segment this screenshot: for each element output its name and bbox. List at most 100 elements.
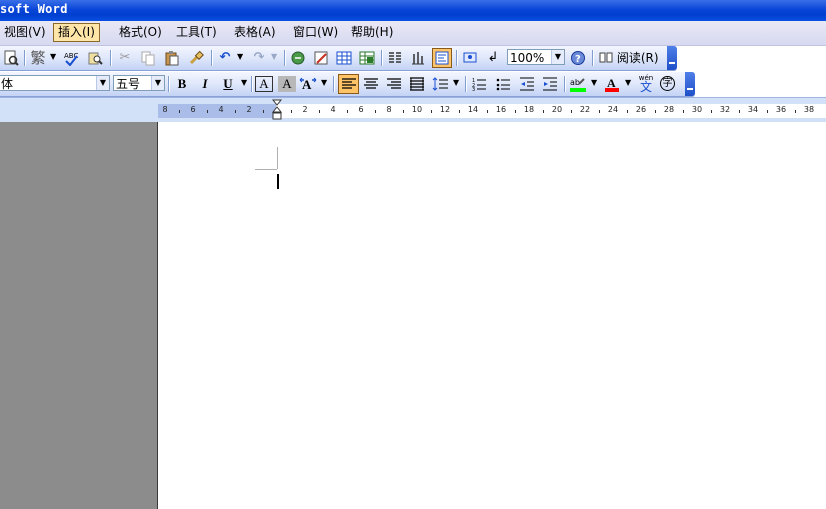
chevron-down-icon[interactable]: ▼ (237, 52, 243, 61)
traditional-chinese-icon[interactable]: 繁 (29, 49, 47, 67)
align-center-icon[interactable] (362, 75, 380, 93)
spelling-grammar-icon[interactable]: ABC (62, 49, 80, 67)
cut-icon[interactable]: ✂ (116, 49, 134, 67)
menu-window[interactable]: 窗口(W) (289, 24, 342, 41)
chevron-down-icon[interactable]: ▼ (551, 50, 564, 64)
horizontal-ruler[interactable]: 8 6 4 2 2 4 6 8 10 12 14 16 18 20 22 24 26 28 30 32 34 36 38 (158, 104, 826, 118)
copy-icon[interactable] (139, 49, 157, 67)
align-right-icon[interactable] (385, 75, 403, 93)
separator (381, 50, 383, 66)
format-painter-icon[interactable] (187, 49, 205, 67)
chevron-down-icon[interactable]: ▼ (321, 78, 327, 87)
separator (284, 50, 286, 66)
menu-view[interactable]: 视图(V) (0, 24, 50, 41)
phonetic-guide-button[interactable]: wén 文 (637, 75, 655, 94)
underline-button[interactable]: U (219, 75, 237, 93)
menu-insert[interactable]: 插入(I) (53, 23, 100, 42)
menu-format[interactable]: 格式(O) (115, 24, 166, 41)
book-icon (599, 52, 613, 63)
distributed-align-icon[interactable] (408, 75, 426, 93)
paste-icon[interactable] (163, 49, 181, 67)
chevron-down-icon[interactable]: ▼ (625, 78, 631, 87)
text-cursor (277, 174, 279, 189)
toolbar-options-icon[interactable] (685, 72, 695, 96)
document-page[interactable] (158, 122, 826, 509)
help-icon[interactable]: ? (569, 49, 587, 67)
character-border-button[interactable]: A (255, 76, 273, 92)
show-hide-icon[interactable] (461, 49, 479, 67)
chevron-down-icon[interactable]: ▼ (96, 76, 109, 90)
toolbar-options-icon[interactable] (667, 46, 677, 70)
ruler-number: 22 (579, 105, 591, 114)
enclose-characters-button[interactable]: 字 (660, 76, 675, 91)
ruler-tick (375, 110, 376, 113)
italic-button[interactable]: I (196, 75, 214, 93)
zoom-value: 100% (510, 51, 545, 65)
undo-icon[interactable]: ↶ (216, 49, 234, 67)
character-shading-button[interactable]: A (278, 76, 296, 92)
highlight-icon[interactable]: ab (569, 75, 587, 93)
read-mode-button[interactable]: 阅读(R) (599, 49, 659, 67)
chevron-down-icon[interactable]: ▼ (271, 52, 277, 61)
ruler-number: 4 (330, 105, 336, 114)
formatting-toolbar: 体 ▼ 五号 ▼ B I U ▼ A A A ▼ ▼ 123 ab ▼ A ▼ … (0, 72, 695, 97)
ruler-number: 24 (607, 105, 619, 114)
font-size-value: 五号 (116, 77, 141, 91)
ruler-margin (158, 104, 276, 118)
print-preview-icon[interactable] (2, 49, 20, 67)
ruler-tick (179, 110, 180, 113)
decrease-indent-icon[interactable] (518, 75, 536, 93)
numbering-icon[interactable]: 123 (470, 75, 488, 93)
ruler-number: 28 (663, 105, 675, 114)
ruler-number: 2 (302, 105, 308, 114)
chevron-down-icon[interactable]: ▼ (50, 52, 56, 61)
text-boundary-mark (255, 169, 277, 170)
research-icon[interactable] (86, 49, 104, 67)
tables-borders-icon[interactable] (312, 49, 330, 67)
zoom-select[interactable]: 100% ▼ (507, 49, 565, 65)
font-size-select[interactable]: 五号 ▼ (113, 75, 165, 91)
separator (465, 76, 467, 92)
bullets-icon[interactable] (494, 75, 512, 93)
document-map-icon[interactable] (432, 48, 452, 68)
indent-marker-icon[interactable] (272, 99, 282, 121)
ruler-number: 8 (162, 105, 168, 114)
insert-table-icon[interactable] (335, 49, 353, 67)
ruler-number: 32 (719, 105, 731, 114)
font-name-select[interactable]: 体 ▼ (0, 75, 110, 91)
ruler-tick (515, 110, 516, 113)
chevron-down-icon[interactable]: ▼ (591, 78, 597, 87)
ruler-tick (571, 110, 572, 113)
svg-text:3: 3 (472, 87, 475, 91)
chevron-down-icon[interactable]: ▼ (241, 78, 247, 87)
menu-table[interactable]: 表格(A) (230, 24, 280, 41)
character-scaling-icon[interactable]: A (299, 75, 317, 93)
separator (456, 50, 458, 66)
font-color-icon[interactable]: A (603, 75, 621, 93)
bold-button[interactable]: B (173, 75, 191, 93)
line-spacing-icon[interactable] (431, 75, 449, 93)
ruler-number: 12 (439, 105, 451, 114)
title-bar: soft Word (0, 0, 826, 21)
svg-text:A: A (607, 76, 616, 90)
menu-help[interactable]: 帮助(H) (347, 24, 397, 41)
ruler-tick (683, 110, 684, 113)
ruler-number: 6 (358, 105, 364, 114)
menu-tools[interactable]: 工具(T) (172, 24, 221, 41)
paragraph-mark-icon[interactable]: ↲ (484, 49, 502, 67)
insert-excel-icon[interactable] (358, 49, 376, 67)
ruler-number: 10 (411, 105, 423, 114)
ruler-number: 16 (495, 105, 507, 114)
chevron-down-icon[interactable]: ▼ (151, 76, 164, 90)
align-left-icon[interactable] (338, 74, 359, 94)
increase-indent-icon[interactable] (541, 75, 559, 93)
ruler-number: 14 (467, 105, 479, 114)
drawing-icon[interactable] (409, 49, 427, 67)
redo-icon[interactable]: ↷ (250, 49, 268, 67)
columns-icon[interactable] (386, 49, 404, 67)
ruler-number: 18 (523, 105, 535, 114)
hyperlink-icon[interactable] (289, 49, 307, 67)
ruler-number: 2 (246, 105, 252, 114)
chevron-down-icon[interactable]: ▼ (453, 78, 459, 87)
ruler-tick (739, 110, 740, 113)
